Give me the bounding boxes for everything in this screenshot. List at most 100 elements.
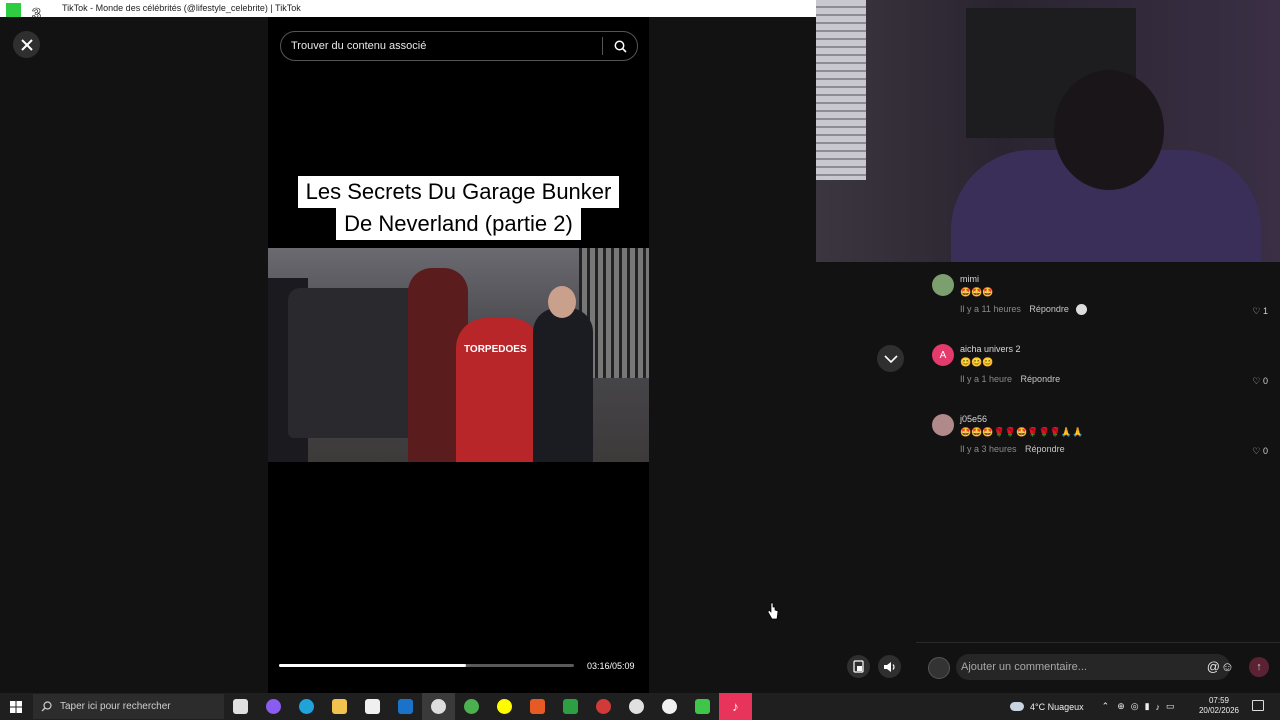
taskbar-app-player[interactable]: [686, 693, 719, 720]
comment-avatar[interactable]: A: [932, 344, 954, 366]
close-icon: [20, 38, 33, 51]
taskbar-app-file-explorer[interactable]: [323, 693, 356, 720]
mention-icon[interactable]: @: [1207, 659, 1220, 674]
taskbar-app-copilot[interactable]: [257, 693, 290, 720]
taskbar-app-chrome[interactable]: [455, 693, 488, 720]
network-icon[interactable]: ⊕: [1117, 701, 1125, 712]
comments-panel: mimi 🤩🤩🤩 Il y a 11 heures Répondre ♡ 1 A…: [916, 262, 1280, 642]
webcam-window-blinds: [816, 0, 866, 180]
start-button[interactable]: [0, 693, 32, 720]
clock-date: 20/02/2026: [1198, 706, 1240, 715]
office-icon: [530, 699, 545, 714]
taskbar-clock[interactable]: 07:59 20/02/2026: [1196, 696, 1242, 716]
taskbar-app-chatgpt[interactable]: [653, 693, 686, 720]
weather-icon: [1010, 702, 1024, 711]
taskbar-app-tiktok[interactable]: ♪: [719, 693, 752, 720]
close-button[interactable]: [13, 31, 40, 58]
snapchat-icon: [497, 699, 512, 714]
user-avatar[interactable]: [928, 657, 950, 679]
caption-line-1: Les Secrets Du Garage Bunker: [297, 176, 620, 208]
comment-input-placeholder: Ajouter un commentaire...: [961, 661, 1087, 673]
reply-button[interactable]: Répondre: [1021, 374, 1061, 384]
comment-time: Il y a 11 heures: [960, 304, 1021, 314]
comment-avatar[interactable]: [932, 274, 954, 296]
video-red-jacket: [456, 318, 541, 462]
related-content-search[interactable]: Trouver du contenu associé: [280, 31, 638, 61]
comment-input[interactable]: Ajouter un commentaire...: [956, 654, 1230, 680]
player-icon: [695, 699, 710, 714]
weather-text[interactable]: 4°C Nuageux: [1030, 702, 1084, 712]
comment-meta: Il y a 1 heure Répondre: [960, 374, 1060, 384]
taskbar-app-stocks[interactable]: [554, 693, 587, 720]
browser-titlebar: 3 TikTok - Monde des célébrités (@lifest…: [0, 0, 816, 23]
notifications-button[interactable]: [1252, 700, 1264, 711]
video-caption: Les Secrets Du Garage Bunker De Neverlan…: [268, 176, 649, 240]
comment-avatar[interactable]: [932, 414, 954, 436]
store-icon: [365, 699, 380, 714]
volume-button[interactable]: [878, 655, 901, 678]
like-button[interactable]: ♡ 1: [1252, 306, 1268, 317]
chrome-icon: [464, 699, 479, 714]
volume-icon: [883, 661, 895, 672]
app-tray-icon[interactable]: ◎: [1131, 701, 1139, 712]
system-tray: 4°C Nuageux ⌃ ⊕ ◎ ▮ ♪ ▭: [1010, 693, 1175, 720]
comment-username[interactable]: j05e56: [960, 414, 987, 424]
comment-text: 🤩🤩🤩🌹🌹🤩🌹🌹🌹🙏🙏: [960, 427, 1084, 437]
arrow-up-icon: ↑: [1256, 661, 1262, 673]
search-input[interactable]: Trouver du contenu associé: [291, 40, 602, 52]
comment-input-bar: Ajouter un commentaire... @ ☺ ↑: [916, 642, 1280, 693]
outlook-icon: [398, 699, 413, 714]
reply-button[interactable]: Répondre: [1029, 304, 1069, 314]
heart-icon: ♡: [1252, 306, 1261, 316]
webcam-overlay: [816, 0, 1280, 262]
comment-time: Il y a 3 heures: [960, 444, 1017, 454]
display-icon[interactable]: ▭: [1166, 701, 1175, 712]
comment-username[interactable]: aicha univers 2: [960, 344, 1021, 354]
recorder-icon: [596, 699, 611, 714]
post-comment-button[interactable]: ↑: [1249, 657, 1269, 677]
caption-line-2: De Neverland (partie 2): [336, 208, 581, 240]
video-person-head: [548, 286, 576, 318]
taskbar-app-edge[interactable]: [290, 693, 323, 720]
taskbar-search-placeholder: Taper ici pour rechercher: [60, 701, 171, 712]
microphone-icon[interactable]: ▮: [1145, 701, 1150, 712]
taskbar-search[interactable]: Taper ici pour rechercher: [33, 694, 224, 719]
settings-icon: [629, 699, 644, 714]
search-button[interactable]: [603, 40, 637, 53]
chevron-down-icon: [883, 354, 898, 363]
clock-time: 07:59: [1208, 696, 1230, 705]
taskbar-apps: ♪: [224, 693, 752, 720]
taskbar-app-recorder[interactable]: [587, 693, 620, 720]
comment-meta: Il y a 11 heures Répondre: [960, 304, 1088, 316]
reply-button[interactable]: Répondre: [1025, 444, 1065, 454]
copilot-icon: [266, 699, 281, 714]
like-count: 1: [1262, 306, 1268, 316]
like-button[interactable]: ♡ 0: [1252, 446, 1268, 457]
tiktok-icon: ♪: [732, 699, 739, 714]
video-progress-bar[interactable]: [279, 664, 574, 667]
video-frame: TORPEDOES: [268, 248, 649, 462]
search-icon: [41, 701, 52, 712]
edge-icon: [299, 699, 314, 714]
next-video-button[interactable]: [877, 345, 904, 372]
taskbar-app-office[interactable]: [521, 693, 554, 720]
window-title: TikTok - Monde des célébrités (@lifestyl…: [62, 3, 301, 13]
like-button[interactable]: ♡ 0: [1252, 376, 1268, 387]
comment-text: 🤩🤩🤩: [960, 287, 994, 297]
taskbar-app-snapchat[interactable]: [488, 693, 521, 720]
taskbar-app-outlook[interactable]: [389, 693, 422, 720]
taskbar-app-obs[interactable]: [422, 693, 455, 720]
obs-icon: [431, 699, 446, 714]
taskbar-app-store[interactable]: [356, 693, 389, 720]
comment-username[interactable]: mimi: [960, 274, 979, 284]
taskbar-app-task-view[interactable]: [224, 693, 257, 720]
taskbar-app-settings[interactable]: [620, 693, 653, 720]
file-explorer-icon: [332, 699, 347, 714]
jacket-lettering: TORPEDOES: [464, 344, 527, 355]
chatgpt-icon: [662, 699, 677, 714]
like-count: 0: [1262, 446, 1268, 456]
emoji-icon[interactable]: ☺: [1221, 659, 1234, 674]
chevron-up-icon[interactable]: ⌃: [1102, 701, 1110, 712]
floating-player-button[interactable]: [847, 655, 870, 678]
speaker-icon[interactable]: ♪: [1156, 702, 1161, 712]
